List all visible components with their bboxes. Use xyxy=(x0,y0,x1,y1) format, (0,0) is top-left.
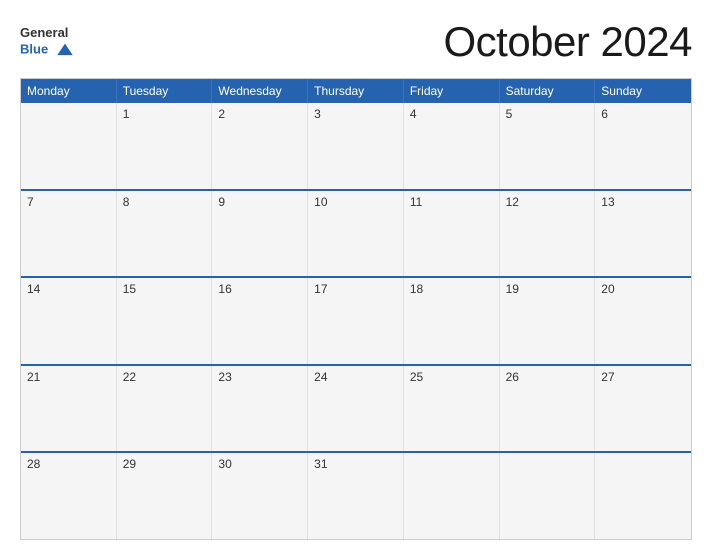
cell-oct-21: 21 xyxy=(21,366,117,452)
calendar-grid: Monday Tuesday Wednesday Thursday Friday… xyxy=(20,78,692,540)
col-thursday: Thursday xyxy=(308,79,404,103)
calendar-header: Monday Tuesday Wednesday Thursday Friday… xyxy=(21,79,691,103)
col-friday: Friday xyxy=(404,79,500,103)
cell-oct-9: 9 xyxy=(212,191,308,277)
cell-oct-24: 24 xyxy=(308,366,404,452)
cell-empty-4 xyxy=(595,453,691,539)
calendar-row-1: 1 2 3 4 5 6 xyxy=(21,103,691,189)
logo-triangle-icon xyxy=(54,41,76,59)
calendar-row-5: 28 29 30 31 xyxy=(21,451,691,539)
cell-oct-13: 13 xyxy=(595,191,691,277)
cell-oct-15: 15 xyxy=(117,278,213,364)
cell-oct-18: 18 xyxy=(404,278,500,364)
cell-oct-12: 12 xyxy=(500,191,596,277)
cell-empty-3 xyxy=(500,453,596,539)
col-monday: Monday xyxy=(21,79,117,103)
cell-oct-28: 28 xyxy=(21,453,117,539)
cell-empty-2 xyxy=(404,453,500,539)
calendar-row-3: 14 15 16 17 18 19 20 xyxy=(21,276,691,364)
calendar-body: 1 2 3 4 5 6 7 8 9 10 11 12 13 14 15 16 xyxy=(21,103,691,539)
cell-oct-17: 17 xyxy=(308,278,404,364)
logo-line1: General xyxy=(20,25,76,41)
logo-text: General Blue xyxy=(20,25,76,59)
cell-oct-22: 22 xyxy=(117,366,213,452)
col-sunday: Sunday xyxy=(595,79,691,103)
cell-oct-20: 20 xyxy=(595,278,691,364)
col-tuesday: Tuesday xyxy=(117,79,213,103)
cell-oct-19: 19 xyxy=(500,278,596,364)
cell-oct-29: 29 xyxy=(117,453,213,539)
cell-oct-31: 31 xyxy=(308,453,404,539)
cell-oct-3: 3 xyxy=(308,103,404,189)
cell-oct-25: 25 xyxy=(404,366,500,452)
logo: General Blue xyxy=(20,25,76,59)
cell-oct-6: 6 xyxy=(595,103,691,189)
col-saturday: Saturday xyxy=(500,79,596,103)
cell-oct-14: 14 xyxy=(21,278,117,364)
cell-oct-1: 1 xyxy=(117,103,213,189)
col-wednesday: Wednesday xyxy=(212,79,308,103)
cell-empty-1 xyxy=(21,103,117,189)
cell-oct-7: 7 xyxy=(21,191,117,277)
page-header: General Blue October 2024 xyxy=(20,18,692,66)
calendar-page: General Blue October 2024 Monday Tuesday… xyxy=(0,0,712,550)
cell-oct-8: 8 xyxy=(117,191,213,277)
cell-oct-4: 4 xyxy=(404,103,500,189)
logo-line2: Blue xyxy=(20,41,76,59)
cell-oct-26: 26 xyxy=(500,366,596,452)
cell-oct-30: 30 xyxy=(212,453,308,539)
cell-oct-16: 16 xyxy=(212,278,308,364)
cell-oct-5: 5 xyxy=(500,103,596,189)
calendar-row-4: 21 22 23 24 25 26 27 xyxy=(21,364,691,452)
calendar-row-2: 7 8 9 10 11 12 13 xyxy=(21,189,691,277)
month-title: October 2024 xyxy=(443,18,692,66)
cell-oct-10: 10 xyxy=(308,191,404,277)
cell-oct-23: 23 xyxy=(212,366,308,452)
cell-oct-2: 2 xyxy=(212,103,308,189)
cell-oct-27: 27 xyxy=(595,366,691,452)
cell-oct-11: 11 xyxy=(404,191,500,277)
